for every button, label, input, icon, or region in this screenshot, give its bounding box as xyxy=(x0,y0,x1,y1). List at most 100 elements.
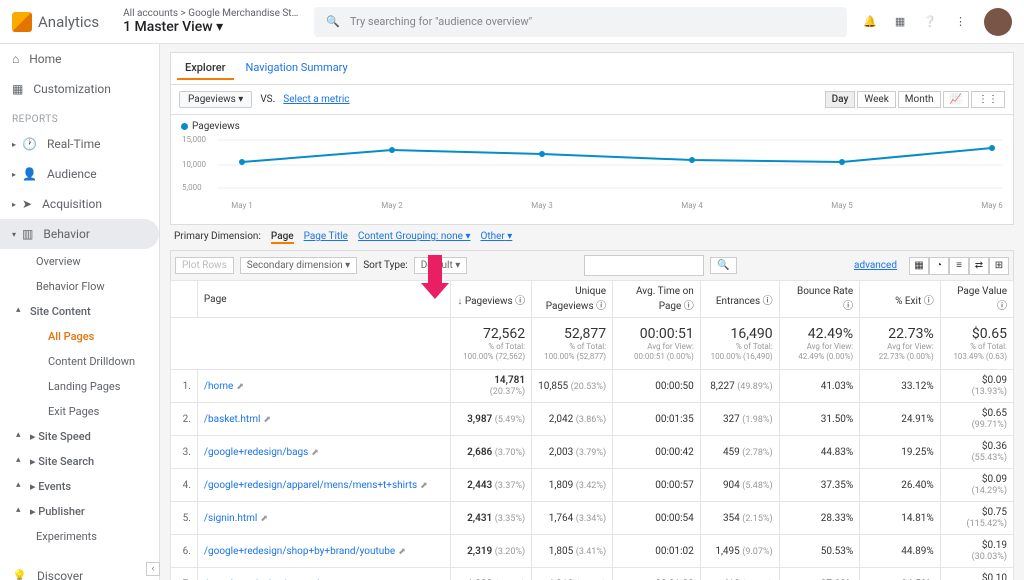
annotation-arrow xyxy=(428,255,449,299)
person-icon: 👤 xyxy=(22,167,37,181)
nav-customization[interactable]: ▦Customization xyxy=(0,74,159,104)
table-row: 1. /home⬈ 14,781 (20.37%) 10,855 (20.53%… xyxy=(171,370,1014,403)
nav-overview[interactable]: Overview xyxy=(0,249,159,274)
external-link-icon[interactable]: ⬈ xyxy=(260,514,268,524)
help-icon[interactable]: ❔ xyxy=(923,15,937,28)
product-logo[interactable]: Analytics xyxy=(12,12,99,32)
report-tabs: Explorer Navigation Summary xyxy=(170,52,1014,85)
user-avatar[interactable] xyxy=(984,8,1012,36)
nav-acquisition[interactable]: ➤Acquisition xyxy=(0,189,159,219)
select-metric-link[interactable]: Select a metric xyxy=(283,94,349,105)
nav-behavior-flow[interactable]: Behavior Flow xyxy=(0,274,159,299)
dim-other[interactable]: Other ▾ xyxy=(480,231,512,244)
external-link-icon[interactable]: ⬈ xyxy=(420,481,428,491)
nav-content-drilldown[interactable]: Content Drilldown xyxy=(0,349,159,374)
nav-exit-pages[interactable]: Exit Pages xyxy=(0,399,159,424)
bell-icon[interactable]: 🔔 xyxy=(863,15,877,28)
dim-page[interactable]: Page xyxy=(271,231,294,244)
more-icon[interactable]: ⋮ xyxy=(955,15,966,28)
top-header: Analytics All accounts > Google Merchand… xyxy=(0,0,1024,44)
col-page[interactable]: Page xyxy=(197,281,450,318)
home-icon: ⌂ xyxy=(12,52,19,66)
view-performance-icon[interactable]: ≡ xyxy=(949,257,969,275)
pages-table: Page ↓ Pageviews ⓘ Unique Pageviews ⓘ Av… xyxy=(170,280,1014,580)
view-table-icon[interactable]: ▦ xyxy=(909,257,929,275)
sidebar-collapse-button[interactable]: ‹ xyxy=(146,562,160,576)
nav-site-content[interactable]: Site Content xyxy=(0,299,159,324)
clock-icon: 🕐 xyxy=(22,137,37,151)
nav-home[interactable]: ⌂Home xyxy=(0,44,159,74)
table-search-button[interactable]: 🔍 xyxy=(710,257,736,274)
account-selector[interactable]: All accounts > Google Merchandise St… 1 … xyxy=(123,8,298,35)
table-toolbar: Plot Rows Secondary dimension ▾ Sort Typ… xyxy=(170,250,1014,280)
search-icon: 🔍 xyxy=(326,15,340,28)
metric-pill[interactable]: Pageviews ▾ xyxy=(179,91,252,108)
analytics-logo-icon xyxy=(12,12,32,32)
dim-content-grouping[interactable]: Content Grouping: none ▾ xyxy=(358,231,471,244)
external-link-icon[interactable]: ⬈ xyxy=(311,448,319,458)
line-chart-svg: 15,000 10,000 5,000 May 1May 2May 3May 4… xyxy=(181,132,1003,212)
col-pageviews[interactable]: ↓ Pageviews ⓘ xyxy=(451,281,532,318)
advanced-link[interactable]: advanced xyxy=(854,260,897,271)
page-link[interactable]: /home xyxy=(204,381,233,392)
table-row: 4. /google+redesign/apparel/mens/mens+t+… xyxy=(171,469,1014,502)
col-bounce-rate[interactable]: Bounce Rate ⓘ xyxy=(779,281,860,318)
left-sidebar: ⌂Home ▦Customization REPORTS 🕐Real-Time … xyxy=(0,44,160,580)
time-week[interactable]: Week xyxy=(857,91,895,108)
col-page-value[interactable]: Page Value ⓘ xyxy=(940,281,1013,318)
nav-all-pages[interactable]: All Pages xyxy=(0,324,159,349)
nav-site-speed[interactable]: ▸ Site Speed xyxy=(0,424,159,449)
page-link[interactable]: /signin.html xyxy=(204,513,257,524)
table-row: 6. /google+redesign/shop+by+brand/youtub… xyxy=(171,535,1014,568)
col-exit[interactable]: % Exit ⓘ xyxy=(860,281,941,318)
nav-discover[interactable]: 💡Discover xyxy=(0,561,159,580)
dim-page-title[interactable]: Page Title xyxy=(304,231,348,244)
nav-publisher[interactable]: ▸ Publisher xyxy=(0,499,159,524)
table-search-input[interactable] xyxy=(584,255,704,276)
tab-navigation-summary[interactable]: Navigation Summary xyxy=(238,57,356,80)
primary-dimension-row: Primary Dimension: Page Page Title Conte… xyxy=(170,225,1014,250)
nav-experiments[interactable]: Experiments xyxy=(0,524,159,549)
col-entrances[interactable]: Entrances ⓘ xyxy=(700,281,779,318)
metric-selector-bar: Pageviews ▾ VS. Select a metric Day Week… xyxy=(170,85,1014,115)
view-comparison-icon[interactable]: ⇄ xyxy=(969,257,989,275)
page-link[interactable]: /basket.html xyxy=(204,414,261,425)
external-link-icon[interactable]: ⬈ xyxy=(236,382,244,392)
view-percent-icon[interactable]: ◔ xyxy=(929,257,949,275)
tab-explorer[interactable]: Explorer xyxy=(177,57,234,80)
reports-header: REPORTS xyxy=(0,104,159,129)
nav-behavior[interactable]: ▥Behavior xyxy=(0,219,159,249)
svg-text:May 5: May 5 xyxy=(831,201,853,210)
chart-motion-icon[interactable]: ⋮⋮ xyxy=(971,91,1005,108)
nav-landing-pages[interactable]: Landing Pages xyxy=(0,374,159,399)
time-month[interactable]: Month xyxy=(898,91,941,108)
svg-text:5,000: 5,000 xyxy=(182,183,202,192)
svg-text:May 1: May 1 xyxy=(231,201,253,210)
nav-realtime[interactable]: 🕐Real-Time xyxy=(0,129,159,159)
nav-audience[interactable]: 👤Audience xyxy=(0,159,159,189)
col-avg-time[interactable]: Avg. Time on Page ⓘ xyxy=(613,281,701,318)
svg-text:May 6: May 6 xyxy=(981,201,1003,210)
page-link[interactable]: /google+redesign/bags xyxy=(204,447,308,458)
svg-text:May 2: May 2 xyxy=(381,201,403,210)
apps-icon[interactable]: ▦ xyxy=(895,15,905,28)
plot-rows-button[interactable]: Plot Rows xyxy=(175,257,234,274)
search-box[interactable]: 🔍 Try searching for "audience overview" xyxy=(314,7,847,37)
behavior-icon: ▥ xyxy=(22,227,33,241)
col-unique-pageviews[interactable]: Unique Pageviews ⓘ xyxy=(532,281,613,318)
time-day[interactable]: Day xyxy=(825,91,856,108)
product-name: Analytics xyxy=(38,13,99,31)
page-link[interactable]: /google+redesign/shop+by+brand/youtube xyxy=(204,546,395,557)
view-pivot-icon[interactable]: ⊞ xyxy=(989,257,1009,275)
external-link-icon[interactable]: ⬈ xyxy=(398,547,406,557)
nav-site-search[interactable]: ▸ Site Search xyxy=(0,449,159,474)
series-dot-icon xyxy=(181,123,188,130)
secondary-dimension-button[interactable]: Secondary dimension ▾ xyxy=(240,257,357,274)
nav-events[interactable]: ▸ Events xyxy=(0,474,159,499)
svg-text:May 4: May 4 xyxy=(681,201,703,210)
page-link[interactable]: /google+redesign/apparel/mens/mens+t+shi… xyxy=(204,480,417,491)
svg-text:10,000: 10,000 xyxy=(182,160,207,169)
external-link-icon[interactable]: ⬈ xyxy=(263,415,271,425)
chart-type-icon[interactable]: 📈 xyxy=(943,91,969,108)
summary-row: 72,562% of Total: 100.00% (72,562) 52,87… xyxy=(171,318,1014,370)
